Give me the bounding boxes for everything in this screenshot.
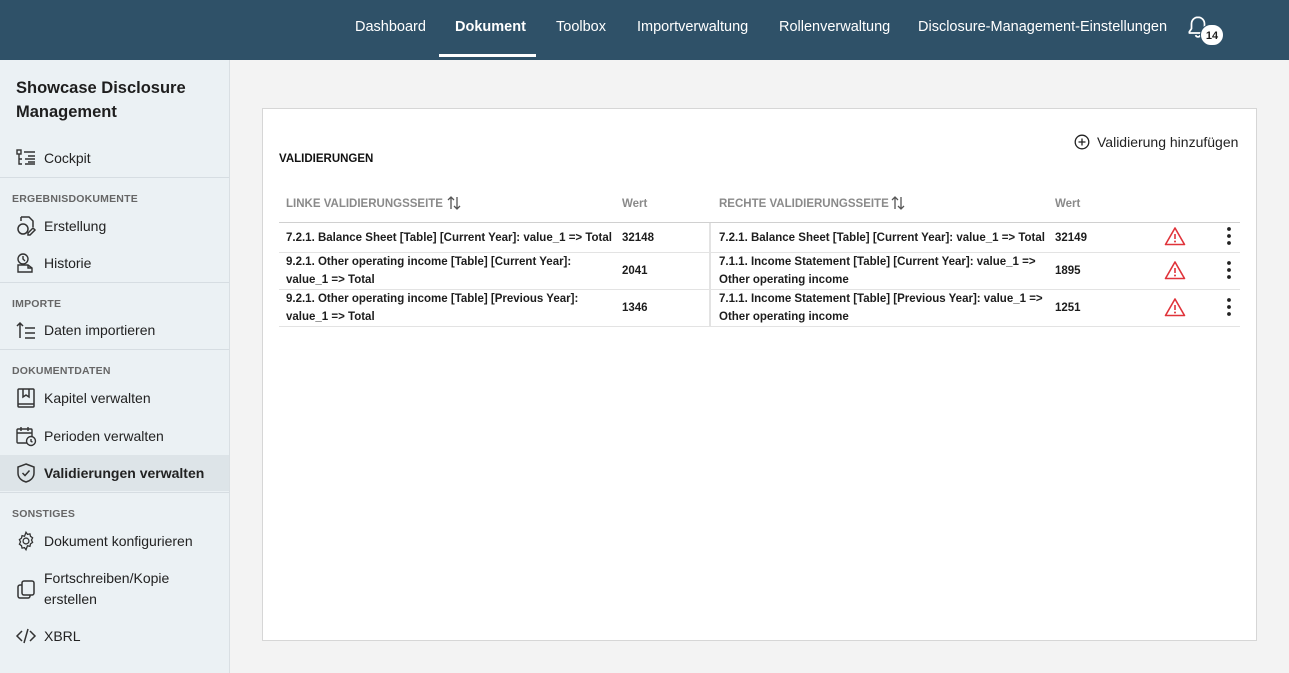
sidebar-item-xbrl[interactable]: XBRL xyxy=(0,618,229,654)
add-validation-button[interactable]: Validierung hinzufügen xyxy=(1074,132,1238,152)
code-icon xyxy=(15,628,37,644)
section-label-sonstiges: SONSTIGES xyxy=(12,508,76,520)
row-3-left-value: 1346 xyxy=(622,302,648,314)
card-title: VALIDIERUNGEN xyxy=(279,153,374,165)
row-3-left: 9.2.1. Other operating income [Table] [P… xyxy=(286,293,579,323)
row-1-left-value: 32148 xyxy=(622,232,654,244)
sort-icon[interactable] xyxy=(890,194,906,212)
nav-active-indicator xyxy=(439,54,536,57)
app-title: Showcase Disclosure Management xyxy=(16,79,186,121)
tree-list-icon xyxy=(16,149,35,165)
row-2-right-value: 1895 xyxy=(1055,265,1081,277)
document-edit-icon xyxy=(17,216,37,236)
column-header-left-value: Wert xyxy=(622,198,648,210)
warning-icon[interactable] xyxy=(1164,260,1186,280)
column-header-left: LINKE VALIDIERUNGSSEITE xyxy=(286,198,443,210)
sidebar: Showcase Disclosure Management Cockpit E… xyxy=(0,60,230,673)
more-options-icon[interactable] xyxy=(1225,260,1233,280)
sidebar-item-label: Dokument konfigurieren xyxy=(44,532,193,549)
shield-check-icon xyxy=(17,463,35,483)
column-header-right-value: Wert xyxy=(1055,198,1081,210)
sidebar-item-label: Kapitel verwalten xyxy=(44,389,151,406)
section-label-importe: IMPORTE xyxy=(12,298,62,310)
row-2-left-value: 2041 xyxy=(622,265,648,277)
add-validation-label: Validierung hinzufügen xyxy=(1097,134,1239,150)
sidebar-item-fortschreiben[interactable]: Fortschreiben/Kopie erstellen xyxy=(0,562,229,616)
sidebar-item-label: Fortschreiben/Kopie erstellen xyxy=(44,570,170,607)
sidebar-item-dokument-konfigurieren[interactable]: Dokument konfigurieren xyxy=(0,523,229,559)
row-2-left: 9.2.1. Other operating income [Table] [C… xyxy=(286,256,572,286)
sidebar-item-erstellung[interactable]: Erstellung xyxy=(0,208,229,244)
nav-dashboard[interactable]: Dashboard xyxy=(355,0,426,57)
sidebar-item-cockpit[interactable]: Cockpit xyxy=(0,140,229,176)
sidebar-item-perioden-verwalten[interactable]: Perioden verwalten xyxy=(0,418,229,454)
copy-icon xyxy=(17,580,35,599)
nav-disclosure-settings[interactable]: Disclosure-Management-Einstellungen xyxy=(918,0,1167,57)
nav-rollenverwaltung[interactable]: Rollenverwaltung xyxy=(779,0,890,57)
sidebar-item-label: Validierungen verwalten xyxy=(44,464,205,481)
calendar-clock-icon xyxy=(16,427,37,447)
more-options-icon[interactable] xyxy=(1225,297,1233,317)
section-label-ergebnisdokumente: ERGEBNISDOKUMENTE xyxy=(12,193,138,205)
row-2-right: 7.1.1. Income Statement [Table] [Current… xyxy=(719,256,1036,286)
warning-icon[interactable] xyxy=(1164,297,1186,317)
notification-badge: 14 xyxy=(1200,24,1224,46)
row-1-right: 7.2.1. Balance Sheet [Table] [Current Ye… xyxy=(719,232,1045,244)
top-navigation-bar: Dashboard Dokument Toolbox Importverwalt… xyxy=(0,0,1289,60)
sidebar-item-label: Historie xyxy=(44,254,92,271)
sort-icon[interactable] xyxy=(446,194,462,212)
nav-importverwaltung[interactable]: Importverwaltung xyxy=(637,0,748,57)
warning-icon[interactable] xyxy=(1164,226,1186,246)
sidebar-item-label: Daten importieren xyxy=(44,321,156,338)
row-1-right-value: 32149 xyxy=(1055,232,1087,244)
more-options-icon[interactable] xyxy=(1225,226,1233,246)
validations-card: VALIDIERUNGEN Validierung hinzufügen LIN… xyxy=(262,108,1257,641)
section-label-dokumentdaten: DOKUMENTDATEN xyxy=(12,365,111,377)
row-1-left: 7.2.1. Balance Sheet [Table] [Current Ye… xyxy=(286,232,612,244)
column-header-right: RECHTE VALIDIERUNGSSEITE xyxy=(719,198,889,210)
row-3-right: 7.1.1. Income Statement [Table] [Previou… xyxy=(719,293,1043,323)
sidebar-item-validierungen-verwalten[interactable]: Validierungen verwalten xyxy=(0,455,229,491)
plus-circle-icon xyxy=(1074,134,1090,150)
history-icon xyxy=(17,253,33,273)
sidebar-item-daten-importieren[interactable]: Daten importieren xyxy=(0,312,229,348)
sidebar-item-label: Perioden verwalten xyxy=(44,427,164,444)
nav-dokument[interactable]: Dokument xyxy=(455,0,526,57)
gear-icon xyxy=(18,530,34,552)
sidebar-item-historie[interactable]: Historie xyxy=(0,245,229,281)
sidebar-item-label: XBRL xyxy=(44,627,81,644)
sidebar-item-label: Cockpit xyxy=(44,149,91,166)
import-sort-icon xyxy=(16,321,35,339)
nav-toolbox[interactable]: Toolbox xyxy=(556,0,606,57)
sidebar-item-kapitel-verwalten[interactable]: Kapitel verwalten xyxy=(0,380,229,416)
bookmark-book-icon xyxy=(17,388,35,408)
row-3-right-value: 1251 xyxy=(1055,302,1081,314)
sidebar-item-label: Erstellung xyxy=(44,217,107,234)
